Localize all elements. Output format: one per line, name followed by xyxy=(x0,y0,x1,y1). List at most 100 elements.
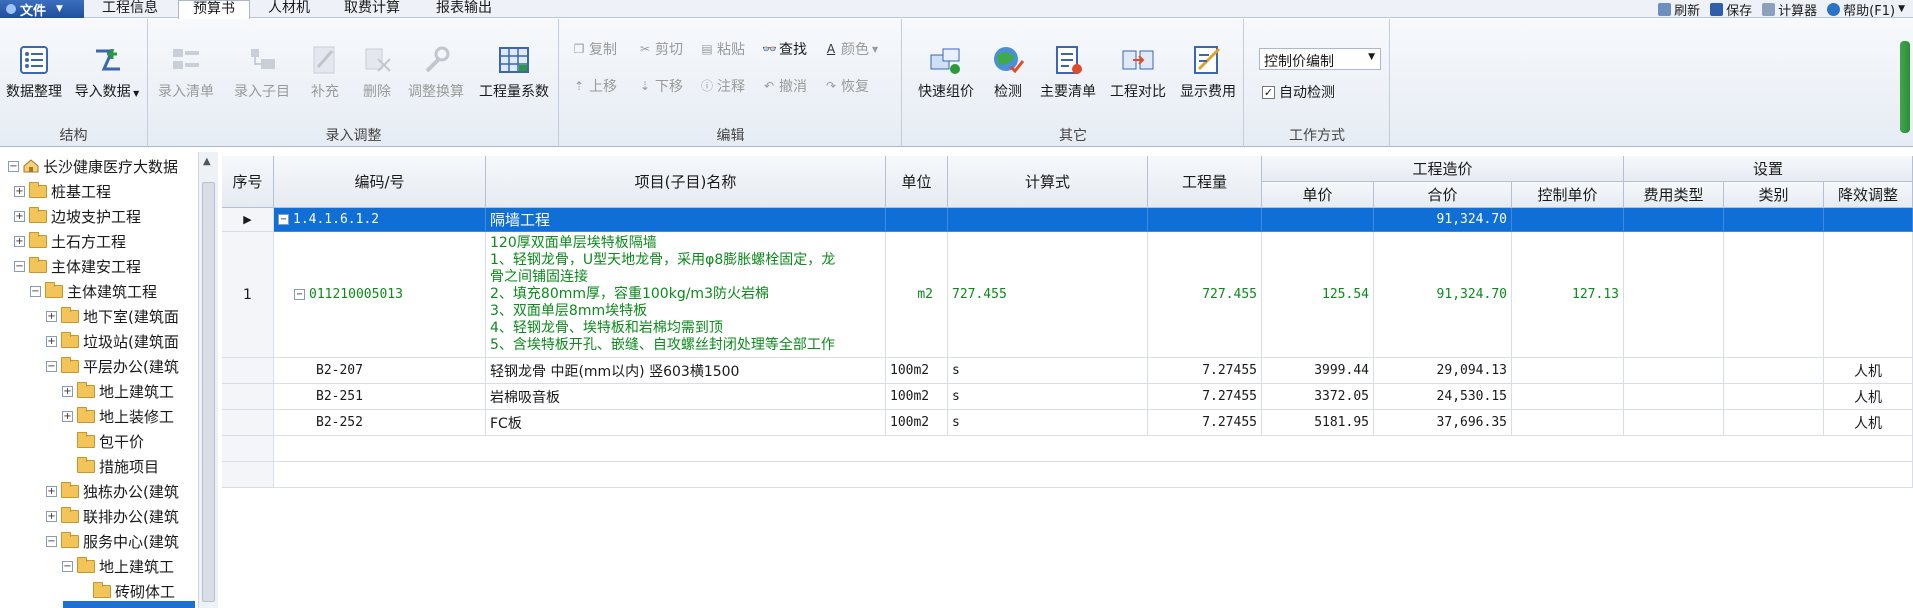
tab-project-info[interactable]: 工程信息 xyxy=(88,0,172,18)
ctrl-price-cell[interactable] xyxy=(1512,358,1624,384)
work-mode-select[interactable]: 控制价编制 ▼ xyxy=(1259,48,1381,70)
adjust-convert-button[interactable]: 调整换算 xyxy=(403,45,469,101)
calculator-button[interactable]: 计算器 xyxy=(1762,0,1817,19)
col-header-total[interactable]: 合价 xyxy=(1374,182,1512,208)
formula-cell[interactable]: s xyxy=(948,384,1148,410)
expand-icon[interactable]: + xyxy=(46,310,57,322)
unit-cell[interactable] xyxy=(886,208,948,232)
code-cell[interactable]: B2-252 xyxy=(274,410,486,436)
tab-report-output[interactable]: 报表输出 xyxy=(422,0,506,18)
seq-cell[interactable] xyxy=(222,436,274,462)
tree-item[interactable]: − 主体建筑工程 xyxy=(30,279,157,303)
total-cell[interactable]: 91,324.70 xyxy=(1374,208,1512,232)
total-cell[interactable]: 37,696.35 xyxy=(1374,410,1512,436)
help-button[interactable]: 帮助(F1) ▼ xyxy=(1827,0,1905,19)
unit-price-cell[interactable]: 3372.05 xyxy=(1262,384,1374,410)
copy-button[interactable]: ❐ 复制 xyxy=(572,39,617,59)
col-header-fee-type[interactable]: 费用类型 xyxy=(1624,182,1724,208)
refresh-button[interactable]: 刷新 xyxy=(1658,0,1700,19)
qty-cell[interactable]: 7.27455 xyxy=(1148,384,1262,410)
reduce-cell[interactable] xyxy=(1824,232,1913,358)
ctrl-price-cell[interactable] xyxy=(1512,410,1624,436)
expand-icon[interactable]: + xyxy=(46,510,57,522)
expand-icon[interactable]: + xyxy=(62,410,73,422)
name-cell[interactable]: 120厚双面单层埃特板隔墙 1、轻钢龙骨，U型天地龙骨，采用φ8膨胀螺栓固定，龙… xyxy=(486,232,886,358)
quantity-coefficient-button[interactable]: 工程量系数 xyxy=(473,45,555,101)
category-cell[interactable] xyxy=(1724,208,1824,232)
collapse-icon[interactable]: − xyxy=(30,285,41,297)
fee-type-cell[interactable] xyxy=(1624,232,1724,358)
expand-icon[interactable]: + xyxy=(46,335,57,347)
col-header-unit-price[interactable]: 单价 xyxy=(1262,182,1374,208)
paste-button[interactable]: ▤ 粘贴 xyxy=(700,39,745,59)
name-cell[interactable]: 轻钢龙骨 中距(mm以内) 竖603横1500 xyxy=(486,358,886,384)
tab-budget[interactable]: 预算书 xyxy=(178,0,250,20)
tree-item[interactable]: + 独栋办公(建筑 xyxy=(46,479,179,503)
tree-item[interactable]: 包干价 xyxy=(62,429,144,453)
seq-cell[interactable] xyxy=(222,462,274,488)
move-up-button[interactable]: ⇡ 上移 xyxy=(572,76,617,96)
formula-cell[interactable]: 727.455 xyxy=(948,232,1148,358)
qty-cell[interactable]: 7.27455 xyxy=(1148,358,1262,384)
tree-item[interactable]: 砖砌体工 xyxy=(78,579,175,603)
tab-labor-material[interactable]: 人材机 xyxy=(254,0,324,18)
enter-list-button[interactable]: 录入清单 xyxy=(155,45,217,101)
expand-icon[interactable]: + xyxy=(14,185,25,197)
tab-fee-calc[interactable]: 取费计算 xyxy=(330,0,414,18)
row-indicator[interactable]: ▶ xyxy=(222,208,274,232)
tree-item[interactable]: + 地下室(建筑面 xyxy=(46,304,179,328)
tree-scrollbar[interactable]: ▲ xyxy=(198,152,218,608)
code-cell[interactable]: − 011210005013 xyxy=(274,232,486,358)
tree-item[interactable]: − 主体建安工程 xyxy=(14,254,141,278)
col-header-reduce[interactable]: 降效调整 xyxy=(1824,182,1913,208)
comment-button[interactable]: ⓘ 注释 xyxy=(700,76,745,96)
col-header-name[interactable]: 项目(子目)名称 xyxy=(486,156,886,208)
col-header-unit[interactable]: 单位 xyxy=(886,156,948,208)
col-header-qty[interactable]: 工程量 xyxy=(1148,156,1262,208)
code-cell[interactable]: B2-251 xyxy=(274,384,486,410)
col-header-formula[interactable]: 计算式 xyxy=(948,156,1148,208)
tree-item[interactable]: − 平层办公(建筑 xyxy=(46,354,179,378)
category-cell[interactable] xyxy=(1724,232,1824,358)
tree-item[interactable]: − 服务中心(建筑 xyxy=(46,529,179,553)
formula-cell[interactable]: s xyxy=(948,410,1148,436)
total-cell[interactable]: 91,324.70 xyxy=(1374,232,1512,358)
enter-subitem-button[interactable]: 录入子目 xyxy=(231,45,293,101)
unit-price-cell[interactable]: 125.54 xyxy=(1262,232,1374,358)
unit-price-cell[interactable]: 3999.44 xyxy=(1262,358,1374,384)
save-button[interactable]: 保存 xyxy=(1710,0,1752,19)
tree-item[interactable]: − 地上建筑工 xyxy=(62,554,174,578)
col-header-code[interactable]: 编码/号 xyxy=(274,156,486,208)
fee-type-cell[interactable] xyxy=(1624,358,1724,384)
unit-price-cell[interactable]: 5181.95 xyxy=(1262,410,1374,436)
category-cell[interactable] xyxy=(1724,358,1824,384)
unit-price-cell[interactable] xyxy=(1262,208,1374,232)
qty-cell[interactable] xyxy=(1148,208,1262,232)
name-cell[interactable]: FC板 xyxy=(486,410,886,436)
reduce-cell[interactable]: 人机 xyxy=(1824,410,1913,436)
file-menu-button[interactable]: 文件 ▼ xyxy=(0,0,84,19)
seq-cell[interactable]: 1 xyxy=(222,232,274,358)
tree-item[interactable]: + 土石方工程 xyxy=(14,229,126,253)
seq-cell[interactable] xyxy=(222,410,274,436)
formula-cell[interactable] xyxy=(948,208,1148,232)
tree-item[interactable]: + 地上建筑工 xyxy=(62,379,174,403)
collapse-icon[interactable]: − xyxy=(46,535,57,547)
tree-item[interactable]: + 桩基工程 xyxy=(14,179,111,203)
qty-cell[interactable]: 727.455 xyxy=(1148,232,1262,358)
tree-scroll-thumb[interactable] xyxy=(202,182,215,602)
redo-button[interactable]: ↷ 恢复 xyxy=(824,76,869,96)
name-cell[interactable]: 岩棉吸音板 xyxy=(486,384,886,410)
chevron-up-icon[interactable]: ▲ xyxy=(203,156,211,167)
unit-cell[interactable]: m2 xyxy=(886,232,948,358)
auto-check-checkbox[interactable]: ✓ 自动检测 xyxy=(1262,82,1335,102)
fee-type-cell[interactable] xyxy=(1624,410,1724,436)
data-organize-button[interactable]: 数据整理 xyxy=(4,45,64,101)
undo-button[interactable]: ↶ 撤消 xyxy=(762,76,807,96)
move-down-button[interactable]: ⇣ 下移 xyxy=(638,76,683,96)
unit-cell[interactable]: 100m2 xyxy=(886,410,948,436)
expand-icon[interactable]: + xyxy=(14,210,25,222)
unit-cell[interactable]: 100m2 xyxy=(886,358,948,384)
total-cell[interactable]: 29,094.13 xyxy=(1374,358,1512,384)
color-button[interactable]: A 颜色 ▼ xyxy=(824,39,878,59)
